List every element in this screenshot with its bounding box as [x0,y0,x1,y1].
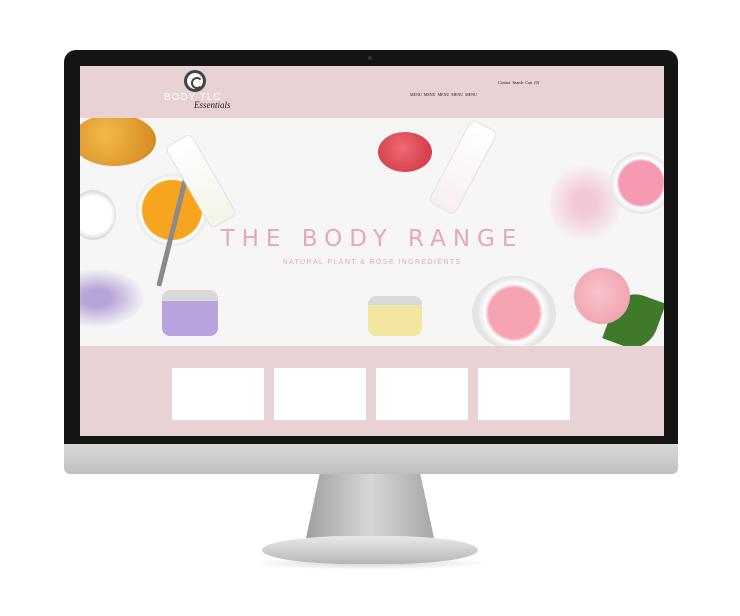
hero-title: THE BODY RANGE [220,226,524,252]
site-header: BODY TLC Essentials Contact Search Cart … [80,66,664,118]
lotion-tube-image [427,118,499,216]
product-card[interactable] [376,368,468,420]
product-card[interactable] [172,368,264,420]
product-card[interactable] [274,368,366,420]
monitor-chin [64,444,678,474]
nav-item[interactable]: MENU [424,92,436,97]
top-links: Contact Search Cart (0) [498,80,540,85]
monitor-bezel: BODY TLC Essentials Contact Search Cart … [64,50,678,444]
search-link[interactable]: Search [512,80,523,85]
hero-banner: THE BODY RANGE NATURAL PLANT & ROSE INGR… [80,118,664,346]
site-logo[interactable]: BODY TLC Essentials [164,70,234,114]
product-cards [172,368,572,420]
hero-subtitle: NATURAL PLANT & ROSE INGREDIENTS [282,259,462,266]
monitor: BODY TLC Essentials Contact Search Cart … [64,50,678,474]
body-scrub-jar-image [368,296,422,336]
lavender-image [80,268,146,328]
pink-salt-bowl-image [610,152,664,214]
monitor-stand-base [262,536,478,564]
mortar-pestle-image [472,276,556,346]
logo-icon [184,70,206,92]
nav-item[interactable]: MENU [410,92,422,97]
nav-item[interactable]: MENU [465,92,477,97]
main-nav: MENU MENU MENU MENU MENU [410,92,478,97]
monitor-stand-neck [305,474,435,540]
camera-icon [368,56,372,60]
rose-image [574,268,630,324]
logo-script: Essentials [194,100,231,110]
nav-item[interactable]: MENU [451,92,463,97]
contact-link[interactable]: Contact [498,80,510,85]
body-scrub-jar-image [162,290,218,336]
nav-item[interactable]: MENU [438,92,450,97]
honeycomb-image [80,118,156,166]
red-jar-image [378,132,432,172]
product-card[interactable] [478,368,570,420]
cart-count[interactable]: (0) [534,80,539,85]
cart-link[interactable]: Cart [525,80,532,85]
website-screen: BODY TLC Essentials Contact Search Cart … [80,66,664,436]
